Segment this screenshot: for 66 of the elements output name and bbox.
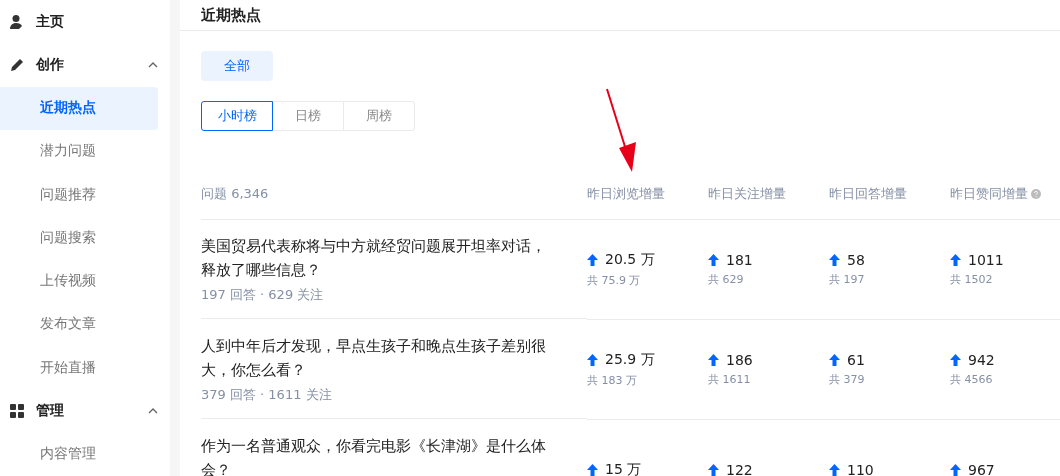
question-title[interactable]: 美国贸易代表称将与中方就经贸问题展开坦率对话，释放了哪些信息？ <box>201 234 557 282</box>
sidebar-item[interactable]: 发布文章 <box>0 302 158 347</box>
filter-chip[interactable]: 全部 <box>201 51 273 81</box>
sidebar-item[interactable]: 问题推荐 <box>0 173 158 217</box>
column-header: 问题 6,346 <box>201 185 269 203</box>
up-arrow-icon <box>829 354 840 366</box>
metric-total: 共 4566 <box>950 372 994 387</box>
pen-icon <box>9 56 25 73</box>
metric-value: 61 <box>847 352 865 368</box>
section-label: 管理 <box>36 402 65 420</box>
range-tab[interactable]: 小时榜 <box>201 101 273 131</box>
metric-value: 20.5 万 <box>605 251 655 269</box>
sidebar-item[interactable]: 内容管理 <box>0 432 158 476</box>
question-meta: 379 回答 · 1611 关注 <box>201 386 333 404</box>
metric-total: 共 1502 <box>950 272 994 287</box>
up-arrow-icon <box>708 254 719 266</box>
up-arrow-icon <box>708 463 719 476</box>
metric-value: 967 <box>968 461 995 476</box>
chevron-up-icon <box>148 408 158 414</box>
column-header[interactable]: 昨日关注增量 <box>708 185 786 203</box>
question-title[interactable]: 人到中年后才发现，早点生孩子和晚点生孩子差别很大，你怎么看？ <box>201 334 557 382</box>
column-header[interactable]: 昨日回答增量 <box>829 185 907 203</box>
column-header[interactable]: 昨日浏览增量 <box>587 185 665 203</box>
metric-value: 1011 <box>968 252 1004 268</box>
up-arrow-icon <box>829 463 840 476</box>
question-meta: 197 回答 · 629 关注 <box>201 286 325 304</box>
page-title: 近期热点 <box>180 0 1060 31</box>
sidebar-section[interactable]: 管理 <box>0 389 170 433</box>
section-label: 主页 <box>36 12 65 31</box>
section-label: 创作 <box>36 55 65 74</box>
range-tab[interactable]: 日榜 <box>272 101 344 131</box>
metric-value: 58 <box>847 252 865 268</box>
metric-value: 942 <box>968 352 995 368</box>
sidebar-item[interactable]: 近期热点 <box>0 86 158 130</box>
metric-total: 共 183 万 <box>587 373 638 388</box>
sidebar-section[interactable]: 主页 <box>0 0 170 44</box>
range-tab[interactable]: 周榜 <box>343 101 415 131</box>
grid-icon <box>9 403 25 419</box>
up-arrow-icon <box>950 254 961 266</box>
sidebar-item[interactable]: 上传视频 <box>0 259 158 303</box>
sidebar-item[interactable]: 潜力问题 <box>0 129 158 174</box>
up-arrow-icon <box>587 354 598 366</box>
user-icon <box>9 13 25 30</box>
sidebar-item[interactable]: 开始直播 <box>0 346 158 390</box>
column-header[interactable]: 昨日赞同增量 <box>950 185 1028 203</box>
metric-value: 15 万 <box>605 460 642 476</box>
metric-total: 共 379 <box>829 372 866 387</box>
metric-value: 186 <box>726 352 753 368</box>
metric-value: 25.9 万 <box>605 351 655 369</box>
metric-total: 共 75.9 万 <box>587 273 642 288</box>
metric-total: 共 1611 <box>708 372 752 387</box>
up-arrow-icon <box>950 463 961 476</box>
metric-value: 122 <box>726 461 753 476</box>
up-arrow-icon <box>587 254 598 266</box>
chevron-up-icon <box>148 61 158 68</box>
sidebar-item[interactable]: 问题搜索 <box>0 216 158 260</box>
metric-value: 110 <box>847 461 874 476</box>
metric-value: 181 <box>726 252 753 268</box>
metric-total: 共 197 <box>829 272 866 287</box>
up-arrow-icon <box>587 463 598 476</box>
metric-total: 共 629 <box>708 272 745 287</box>
sidebar-section[interactable]: 创作 <box>0 43 170 87</box>
up-arrow-icon <box>829 254 840 266</box>
up-arrow-icon <box>708 354 719 366</box>
help-icon[interactable] <box>1031 189 1041 199</box>
up-arrow-icon <box>950 354 961 366</box>
